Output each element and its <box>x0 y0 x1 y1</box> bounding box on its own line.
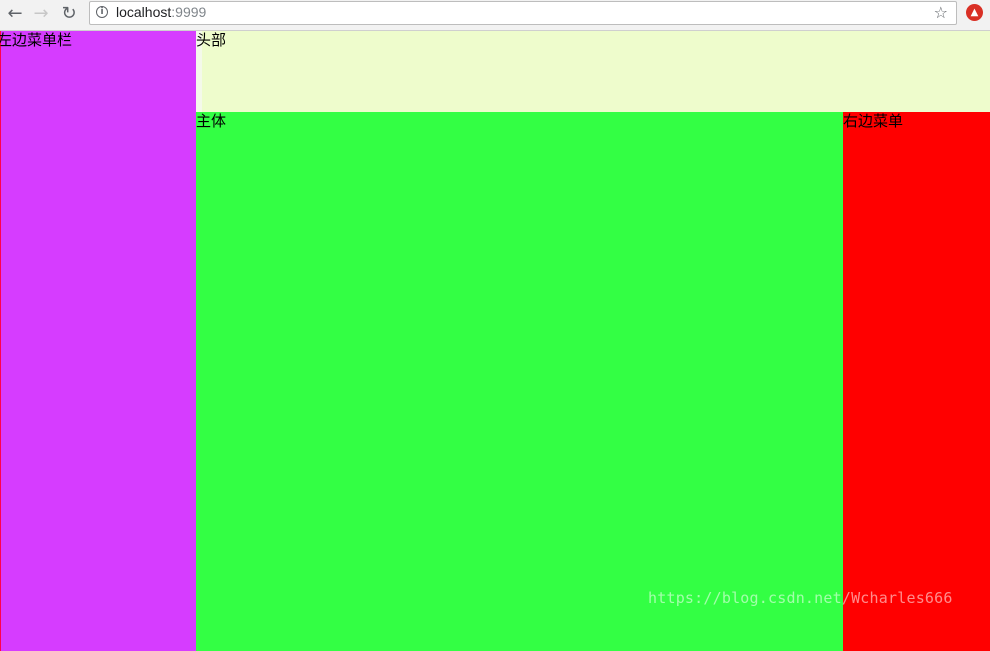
reload-icon[interactable]: ↻ <box>58 4 80 24</box>
page-viewport: 左边菜单栏 头部 主体 右边菜单 <box>0 31 990 651</box>
right-menu-label: 右边菜单 <box>843 112 904 130</box>
extension-icon[interactable]: ▲ <box>966 4 983 21</box>
main-panel: 主体 <box>196 112 843 651</box>
url-text[interactable]: localhost:9999 <box>116 4 206 20</box>
url-host: localhost <box>116 4 172 20</box>
url-port: :9999 <box>171 4 207 20</box>
left-menu-label: 左边菜单栏 <box>0 31 73 49</box>
right-menu-panel: 右边菜单 <box>843 112 990 651</box>
info-icon[interactable]: i <box>96 6 108 18</box>
watermark-text: https://blog.csdn.net/Wcharles666 <box>648 589 953 607</box>
left-menu-panel: 左边菜单栏 <box>0 31 196 651</box>
address-bar[interactable]: i localhost:9999 ☆ <box>89 1 957 25</box>
forward-arrow-icon[interactable]: → <box>30 4 52 24</box>
star-icon[interactable]: ☆ <box>934 4 948 22</box>
browser-toolbar: ← → ↻ i localhost:9999 ☆ ▲ <box>0 0 990 31</box>
header-panel: 头部 <box>196 31 990 112</box>
back-arrow-icon[interactable]: ← <box>4 4 26 24</box>
header-label: 头部 <box>196 31 227 49</box>
main-label: 主体 <box>196 112 227 130</box>
